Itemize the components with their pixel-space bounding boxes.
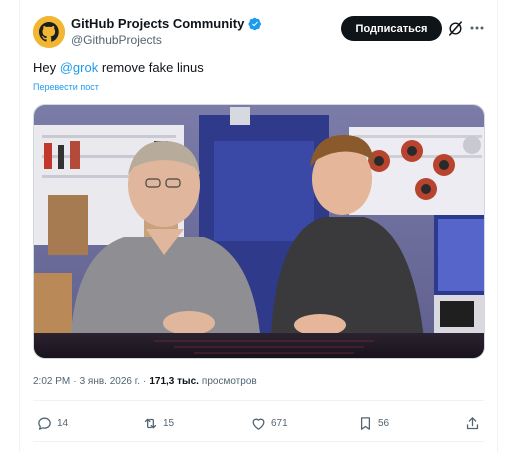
tweet-text-start: Hey bbox=[33, 60, 60, 75]
heart-icon bbox=[252, 418, 265, 430]
translate-post-link[interactable]: Перевести пост bbox=[33, 82, 99, 92]
grok-icon[interactable] bbox=[447, 20, 464, 37]
views-count[interactable]: 171,3 тыс. bbox=[149, 376, 199, 387]
avatar[interactable] bbox=[33, 16, 65, 48]
tweet-page: GitHub Projects Community @GithubProject… bbox=[0, 0, 508, 452]
divider bbox=[33, 441, 484, 442]
more-dots-icon[interactable] bbox=[469, 21, 485, 35]
timeline-border-left bbox=[19, 0, 20, 452]
photo-illustration bbox=[34, 105, 484, 358]
timeline-border-right bbox=[497, 0, 498, 452]
tweet-text-end: remove fake linus bbox=[98, 60, 204, 75]
grok-icon-glyph bbox=[449, 21, 462, 36]
views-label: просмотров bbox=[201, 376, 257, 387]
like-button[interactable]: 671 bbox=[250, 414, 288, 432]
tweet-time[interactable]: 2:02 PM bbox=[33, 376, 70, 387]
reply-icon bbox=[38, 417, 51, 430]
tweet-meta: 2:02 PM · 3 янв. 2026 г. · 171,3 тыс. пр… bbox=[33, 376, 257, 387]
author-name-row[interactable]: GitHub Projects Community bbox=[71, 16, 262, 31]
meta-separator: · bbox=[73, 376, 77, 387]
reply-button[interactable]: 14 bbox=[36, 414, 68, 432]
bookmark-button[interactable]: 56 bbox=[357, 414, 389, 432]
share-button[interactable] bbox=[464, 414, 481, 432]
bookmark-count: 56 bbox=[378, 417, 390, 429]
like-count: 671 bbox=[271, 417, 288, 429]
display-name[interactable]: GitHub Projects Community bbox=[71, 16, 244, 31]
share-icon bbox=[466, 416, 479, 429]
repost-count: 15 bbox=[163, 417, 175, 429]
repost-icon bbox=[144, 418, 157, 428]
divider bbox=[33, 400, 484, 401]
repost-button[interactable]: 15 bbox=[142, 414, 174, 432]
reply-count: 14 bbox=[57, 417, 69, 429]
more-dots-glyph bbox=[470, 26, 484, 30]
author-handle[interactable]: @GithubProjects bbox=[71, 33, 162, 47]
meta-separator-2: · bbox=[142, 376, 147, 387]
tweet-media-photo[interactable] bbox=[33, 104, 485, 359]
mention-link[interactable]: @grok bbox=[60, 60, 99, 75]
tweet-date[interactable]: 3 янв. 2026 г. bbox=[80, 376, 140, 387]
bookmark-icon bbox=[360, 416, 371, 430]
subscribe-button[interactable]: Подписаться bbox=[341, 16, 442, 41]
verified-badge-icon bbox=[248, 17, 262, 30]
github-octocat-icon bbox=[33, 16, 65, 48]
tweet-text: Hey @grok remove fake linus bbox=[33, 60, 204, 75]
